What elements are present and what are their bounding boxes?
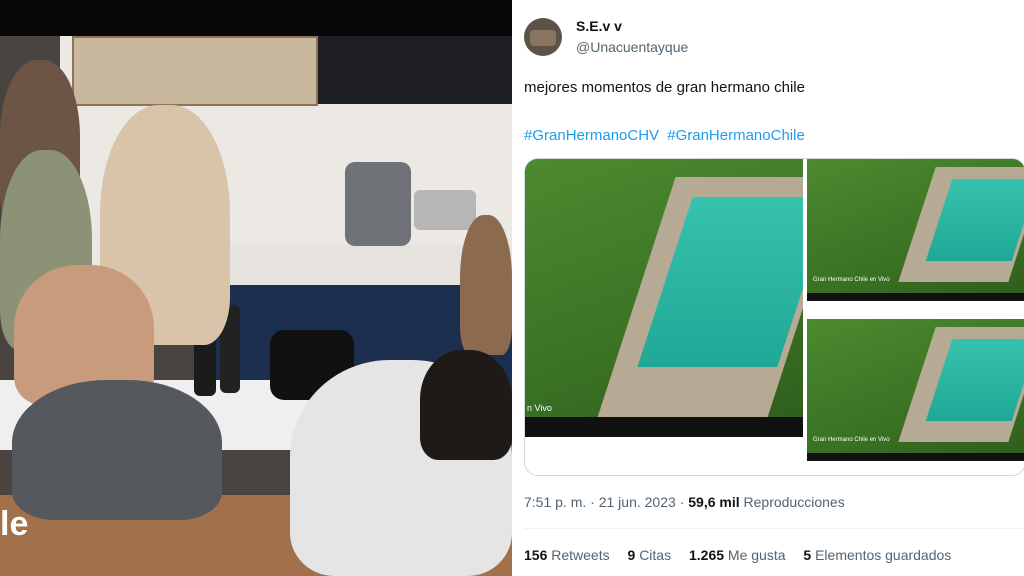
person	[420, 350, 512, 460]
photo-top-band	[0, 0, 512, 36]
stat-count: 1.265	[688, 547, 725, 563]
dish-shelf	[72, 36, 318, 106]
avatar[interactable]	[524, 18, 562, 56]
video-caption: n Vivo	[527, 403, 552, 413]
hashtags: #GranHermanoCHV #GranHermanoChile	[524, 127, 809, 144]
dark-shelf	[318, 36, 512, 104]
divider	[524, 528, 1024, 529]
tweet-text: mejores momentos de gran hermano chile	[524, 79, 805, 96]
views-label: Reproducciones	[743, 494, 845, 510]
stat-count: 5	[803, 547, 812, 563]
video-caption: Gran Hermano Chile en Vivo	[813, 277, 890, 283]
toaster	[414, 190, 476, 230]
stat-count: 156	[524, 547, 548, 563]
video-main[interactable]: n Vivo	[525, 159, 803, 437]
stat-label: Retweets	[551, 547, 610, 563]
engagement-stats: 156 Retweets 9 Citas 1.265 Me gusta 5 El…	[524, 547, 965, 563]
stat-label: Citas	[639, 547, 672, 563]
stat-quotes[interactable]: 9 Citas	[628, 547, 672, 563]
tweet-date[interactable]: 21 jun. 2023	[599, 494, 676, 510]
hashtag-link[interactable]: #GranHermanoChile	[667, 127, 805, 144]
tweet-time[interactable]: 7:51 p. m.	[524, 494, 586, 510]
tweet-card: S.E.v v @Unacuentayque mejores momentos …	[512, 0, 1024, 576]
user-handle[interactable]: @Unacuentayque	[576, 39, 688, 55]
stat-bookmarks[interactable]: 5 Elementos guardados	[803, 547, 951, 563]
kitchen-photo: le	[0, 0, 512, 576]
stat-count: 9	[627, 547, 636, 563]
person	[12, 380, 222, 520]
hashtag-link[interactable]: #GranHermanoCHV	[524, 127, 659, 144]
meta-separator: ·	[679, 494, 685, 510]
channel-overlay-text: le	[0, 505, 29, 543]
video-caption: Gran Hermano Chile en Vivo	[813, 437, 890, 443]
stat-retweets[interactable]: 156 Retweets	[524, 547, 610, 563]
stat-likes[interactable]: 1.265 Me gusta	[689, 547, 786, 563]
tweet-meta: 7:51 p. m. · 21 jun. 2023 · 59,6 mil Rep…	[524, 494, 845, 510]
stat-label: Elementos guardados	[815, 547, 952, 563]
video-thumb-bottom[interactable]: Gran Hermano Chile en Vivo	[807, 319, 1024, 461]
air-fryer	[345, 162, 411, 246]
display-name[interactable]: S.E.v v	[576, 18, 622, 34]
stat-label: Me gusta	[727, 547, 786, 563]
media-grid[interactable]: n Vivo Gran Hermano Chile en Vivo Gran H…	[524, 158, 1024, 476]
video-thumb-top[interactable]: Gran Hermano Chile en Vivo	[807, 159, 1024, 301]
views-count: 59,6 mil	[688, 494, 740, 510]
person	[460, 215, 512, 355]
meta-separator: ·	[590, 494, 595, 510]
